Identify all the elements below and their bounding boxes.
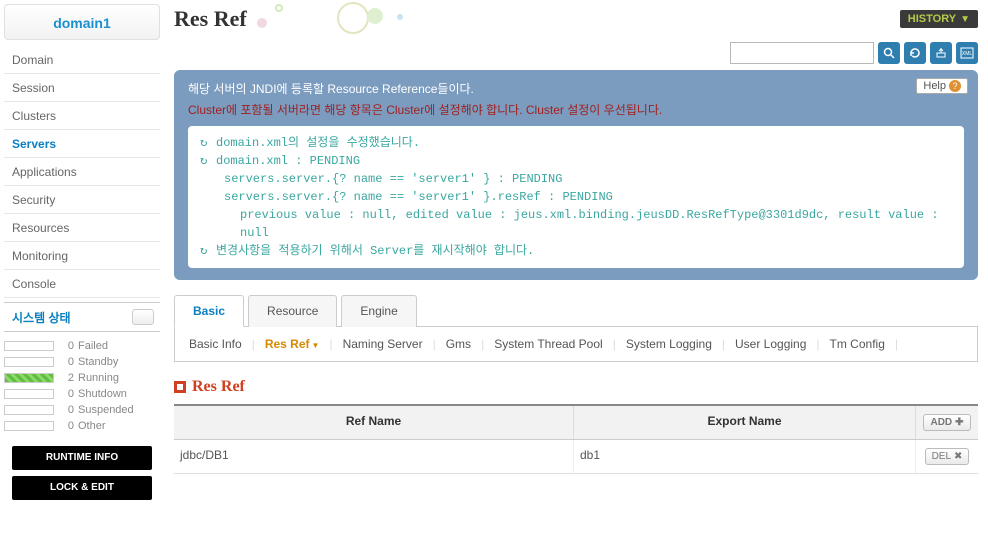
history-button[interactable]: HISTORY ▼	[900, 10, 978, 28]
add-button[interactable]: ADD✚	[923, 414, 970, 431]
cell-ref-name[interactable]: jdbc/DB1	[174, 440, 574, 473]
tab-basic[interactable]: Basic	[174, 295, 244, 327]
status-suspended: 0Suspended	[4, 402, 160, 418]
status-list: 0Failed 0Standby 2Running 0Shutdown 0Sus…	[4, 332, 160, 440]
subtab-tm-config[interactable]: Tm Config	[830, 337, 885, 351]
sub-tabs: Basic Info| Res Ref▼| Naming Server| Gms…	[174, 327, 978, 362]
log-line-6: 변경사항을 적용하기 위해서 Server를 재시작해야 합니다.	[216, 242, 534, 260]
page-title: Res Ref	[174, 6, 247, 32]
reload-icon: ↻	[200, 134, 216, 152]
subtab-naming-server[interactable]: Naming Server	[343, 337, 423, 351]
subtab-basic-info[interactable]: Basic Info	[189, 337, 242, 351]
chevron-down-icon: ▼	[960, 14, 970, 25]
runtime-info-button[interactable]: RUNTIME INFO	[12, 446, 152, 470]
system-status-header: 시스템 상태	[4, 302, 160, 332]
log-line-3: servers.server.{? name == 'server1' } : …	[200, 170, 952, 188]
refresh-button[interactable]	[904, 42, 926, 64]
reload-icon: ↻	[200, 242, 216, 260]
domain-title: domain1	[4, 4, 160, 40]
help-button[interactable]: Help?	[916, 78, 968, 94]
refresh-status-button[interactable]	[132, 309, 154, 325]
tab-engine[interactable]: Engine	[341, 295, 416, 327]
export-button[interactable]	[930, 42, 952, 64]
log-line-5: previous value : null, edited value : je…	[200, 206, 952, 242]
status-failed: 0Failed	[4, 338, 160, 354]
status-shutdown: 0Shutdown	[4, 386, 160, 402]
nav-security[interactable]: Security	[4, 186, 160, 214]
delete-icon: ✖	[954, 451, 962, 462]
info-box: Help? 해당 서버의 JNDI에 등록할 Resource Referenc…	[174, 70, 978, 280]
log-box: ↻domain.xml의 설정을 수정했습니다. ↻domain.xml : P…	[188, 126, 964, 268]
nav-servers[interactable]: Servers	[4, 130, 160, 158]
subtab-system-logging[interactable]: System Logging	[626, 337, 712, 351]
nav-console[interactable]: Console	[4, 270, 160, 298]
subtab-system-thread-pool[interactable]: System Thread Pool	[494, 337, 603, 351]
plus-icon: ✚	[955, 417, 963, 428]
reload-icon: ↻	[200, 152, 216, 170]
history-label: HISTORY	[908, 13, 956, 25]
svg-text:XML: XML	[962, 51, 973, 57]
tab-resource[interactable]: Resource	[248, 295, 337, 327]
status-running: 2Running	[4, 370, 160, 386]
info-warning: Cluster에 포함될 서버라면 해당 항목은 Cluster에 설정해야 합…	[188, 101, 964, 118]
search-button[interactable]	[878, 42, 900, 64]
search-input[interactable]	[730, 42, 874, 64]
lock-and-edit-button[interactable]: LOCK & EDIT	[12, 476, 152, 500]
log-line-2: domain.xml : PENDING	[216, 152, 360, 170]
system-status-title: 시스템 상태	[12, 309, 71, 326]
nav-session[interactable]: Session	[4, 74, 160, 102]
subtab-user-logging[interactable]: User Logging	[735, 337, 806, 351]
status-other: 0Other	[4, 418, 160, 434]
nav-applications[interactable]: Applications	[4, 158, 160, 186]
subtab-res-ref[interactable]: Res Ref▼	[265, 337, 320, 351]
help-icon: ?	[949, 80, 961, 92]
decorative-dots	[257, 4, 407, 34]
log-line-1: domain.xml의 설정을 수정했습니다.	[216, 134, 420, 152]
nav-resources[interactable]: Resources	[4, 214, 160, 242]
log-line-4: servers.server.{? name == 'server1' }.re…	[200, 188, 952, 206]
nav-clusters[interactable]: Clusters	[4, 102, 160, 130]
col-ref-name: Ref Name	[174, 406, 574, 439]
xml-button[interactable]: XML	[956, 42, 978, 64]
dropdown-icon: ▼	[312, 341, 320, 350]
info-description: 해당 서버의 JNDI에 등록할 Resource Reference들이다.	[188, 80, 964, 97]
section-title: Res Ref	[174, 378, 978, 396]
delete-button[interactable]: DEL✖	[925, 448, 970, 465]
section-icon	[174, 381, 186, 393]
nav-domain[interactable]: Domain	[4, 46, 160, 74]
subtab-gms[interactable]: Gms	[446, 337, 471, 351]
res-ref-table: Ref Name Export Name ADD✚ jdbc/DB1 db1 D…	[174, 404, 978, 474]
col-export-name: Export Name	[574, 406, 916, 439]
nav-list: Domain Session Clusters Servers Applicat…	[4, 46, 160, 298]
cell-export-name[interactable]: db1	[574, 440, 916, 473]
main-tabs: Basic Resource Engine	[174, 294, 978, 327]
status-standby: 0Standby	[4, 354, 160, 370]
table-row: jdbc/DB1 db1 DEL✖	[174, 440, 978, 474]
nav-monitoring[interactable]: Monitoring	[4, 242, 160, 270]
